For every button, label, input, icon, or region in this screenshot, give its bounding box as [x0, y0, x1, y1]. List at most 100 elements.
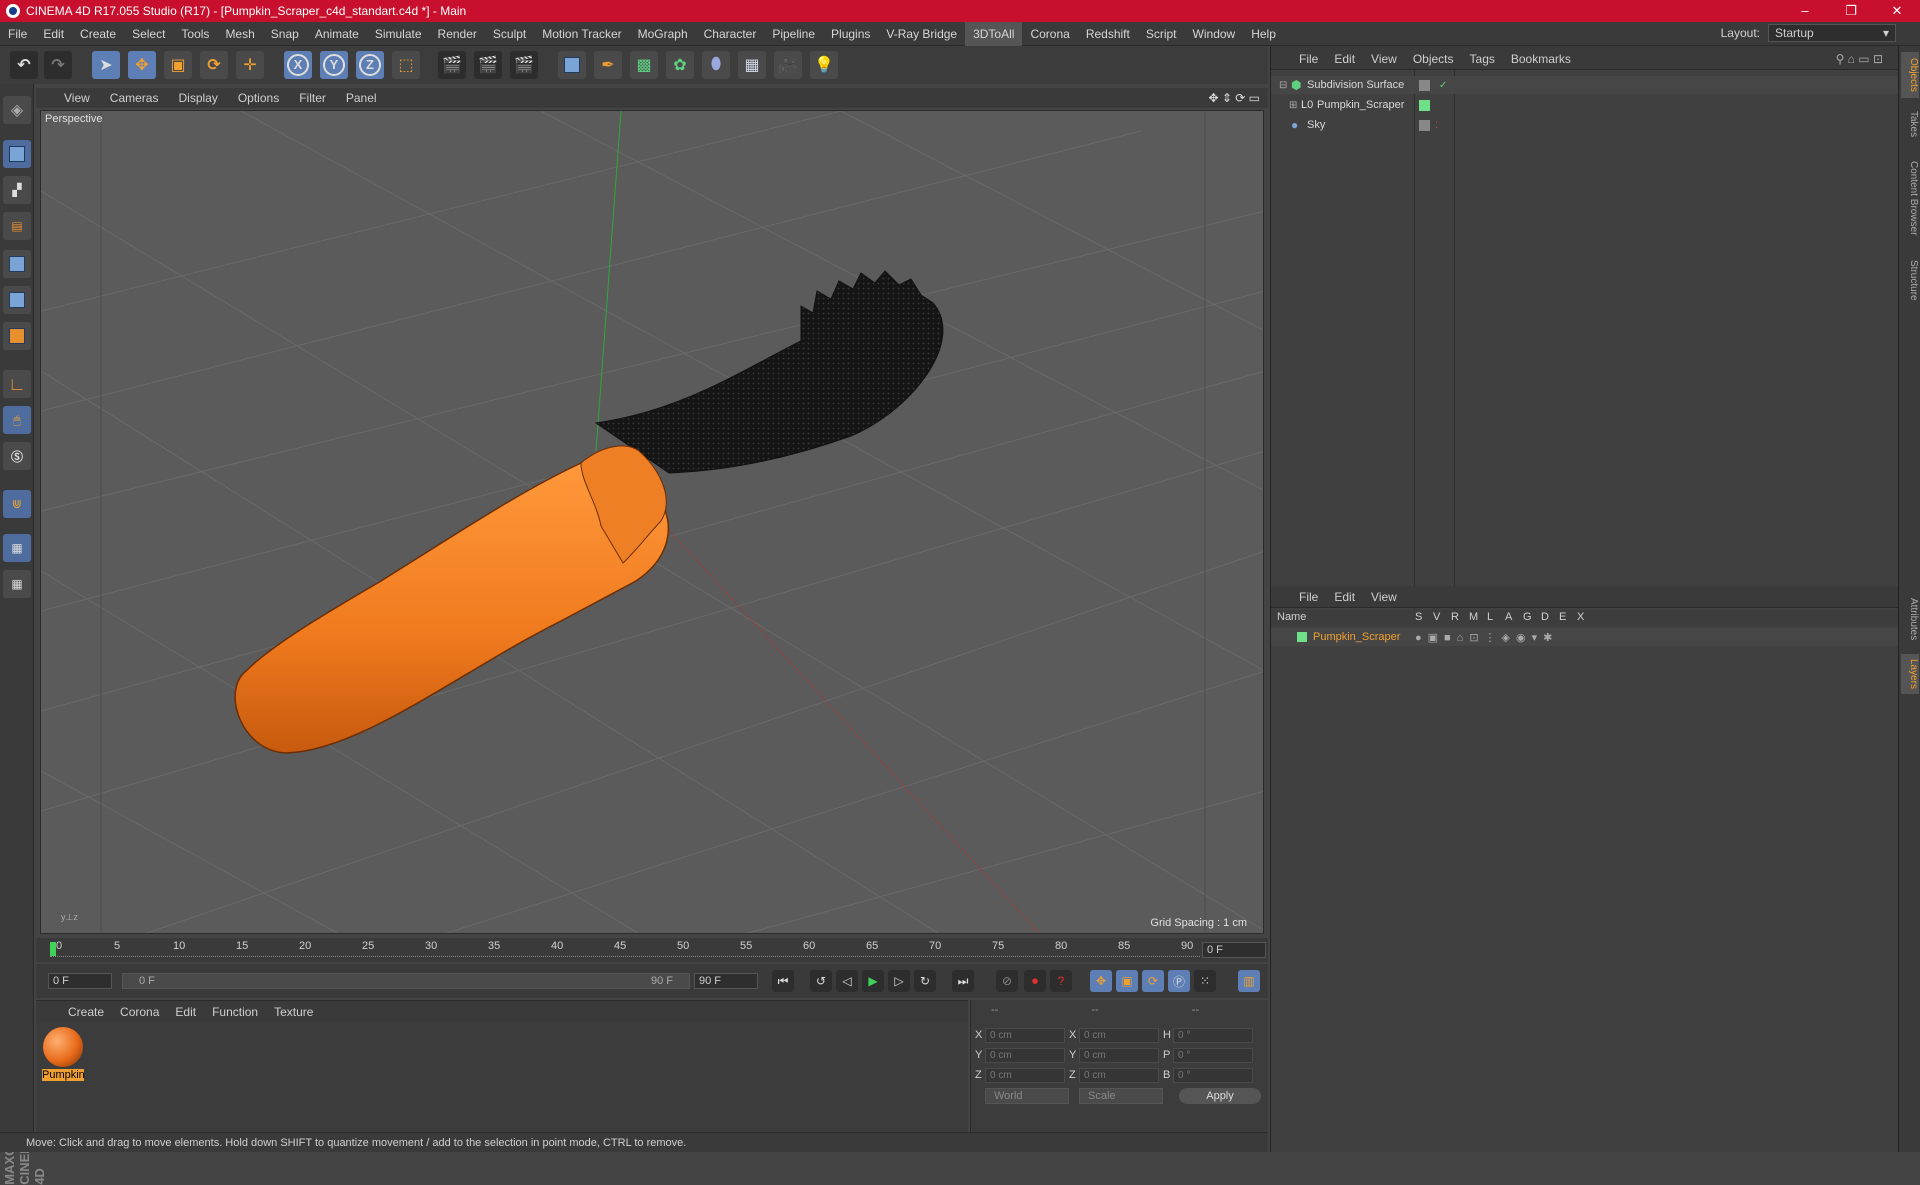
menu-file[interactable]: File	[0, 22, 35, 46]
layer-menu-file[interactable]: File	[1291, 590, 1326, 604]
x-axis-button[interactable]: X	[284, 51, 312, 79]
menu-render[interactable]: Render	[430, 22, 485, 46]
render-view-button[interactable]: 🎬	[438, 51, 466, 79]
scale-button[interactable]: ▣	[164, 51, 192, 79]
maximize-button[interactable]: ❐	[1828, 0, 1874, 22]
keyframe-selection-button[interactable]: ?	[1050, 970, 1072, 992]
close-button[interactable]: ✕	[1874, 0, 1920, 22]
next-key-button[interactable]: ↻	[914, 970, 936, 992]
layer-col-xref[interactable]: X	[1577, 611, 1584, 623]
viewport-menu-options[interactable]: Options	[228, 91, 289, 105]
rotation-b-field[interactable]: 0 °	[1173, 1067, 1253, 1083]
expand-icon[interactable]: ⊞	[1289, 100, 1297, 111]
workplane-align-button[interactable]: ▦	[3, 570, 31, 598]
layer-menu-edit[interactable]: Edit	[1326, 590, 1363, 604]
tweak-mode-button[interactable]: 🖱	[3, 406, 31, 434]
tab-layers[interactable]: Layers	[1901, 654, 1919, 694]
add-light-button[interactable]: 💡	[810, 51, 838, 79]
layer-col-expressions[interactable]: E	[1559, 611, 1566, 623]
solo-button[interactable]: Ⓢ	[3, 442, 31, 470]
add-nurbs-button[interactable]: ▩	[630, 51, 658, 79]
move-button[interactable]: ✥	[128, 51, 156, 79]
material-menu-texture[interactable]: Texture	[266, 1005, 321, 1019]
layer-col-animation[interactable]: A	[1505, 611, 1512, 623]
viewport-menu-filter[interactable]: Filter	[289, 91, 336, 105]
position-y-field[interactable]: 0 cm	[985, 1047, 1065, 1063]
start-frame-field[interactable]: 0 F	[48, 973, 112, 989]
texture-mode-button[interactable]: ▞	[3, 176, 31, 204]
transform-button[interactable]: ✛	[236, 51, 264, 79]
current-frame-field[interactable]: 0 F	[1202, 942, 1266, 958]
material-menu-create[interactable]: Create	[60, 1005, 112, 1019]
coordinate-system-button[interactable]: ⬚	[392, 51, 420, 79]
menu-tools[interactable]: Tools	[173, 22, 217, 46]
rotate-button[interactable]: ⟳	[200, 51, 228, 79]
object-menu-view[interactable]: View	[1363, 52, 1405, 66]
menu-pipeline[interactable]: Pipeline	[764, 22, 823, 46]
menu-window[interactable]: Window	[1185, 22, 1244, 46]
object-row[interactable]: ⊞ L0 Pumpkin_Scraper	[1271, 96, 1899, 114]
key-rotation-button[interactable]: ⟳	[1142, 970, 1164, 992]
timeline-window-button[interactable]: ▥	[1238, 970, 1260, 992]
minimize-button[interactable]: –	[1782, 0, 1828, 22]
menu-create[interactable]: Create	[72, 22, 124, 46]
layer-color-icon[interactable]	[1297, 632, 1307, 642]
size-y-field[interactable]: 0 cm	[1079, 1047, 1159, 1063]
material-menu-function[interactable]: Function	[204, 1005, 266, 1019]
tab-content-browser[interactable]: Content Browser	[1901, 150, 1919, 246]
goto-start-button[interactable]: ⏮	[772, 970, 794, 992]
make-editable-button[interactable]: ◈	[3, 96, 31, 124]
layer-col-generators[interactable]: G	[1523, 611, 1532, 623]
previous-key-button[interactable]: ↺	[810, 970, 832, 992]
material-menu-edit[interactable]: Edit	[167, 1005, 204, 1019]
layer-col-deformers[interactable]: D	[1541, 611, 1549, 623]
add-deformer-button[interactable]: ⬮	[702, 51, 730, 79]
key-pla-button[interactable]: ⁙	[1194, 970, 1216, 992]
size-z-field[interactable]: 0 cm	[1079, 1067, 1159, 1083]
layer-col-manager[interactable]: M	[1469, 611, 1478, 623]
play-button[interactable]: ▶	[862, 970, 884, 992]
material-swatch[interactable]: Pumpkin	[42, 1027, 85, 1081]
collapse-icon[interactable]: ⊟	[1279, 80, 1287, 91]
tab-structure[interactable]: Structure	[1901, 252, 1919, 308]
layer-col-view[interactable]: V	[1433, 611, 1440, 623]
viewport-menu-panel[interactable]: Panel	[336, 91, 387, 105]
viewport-menu-view[interactable]: View	[36, 91, 100, 105]
menu-plugins[interactable]: Plugins	[823, 22, 878, 46]
timeline-ruler[interactable]: 0 5 10 15 20 25 30 35 40 45 50 55 60 65 …	[36, 938, 1268, 962]
y-axis-button[interactable]: Y	[320, 51, 348, 79]
layer-col-name[interactable]: Name	[1277, 611, 1306, 623]
menu-sculpt[interactable]: Sculpt	[485, 22, 534, 46]
viewport-menu-cameras[interactable]: Cameras	[100, 91, 169, 105]
workplane-mode-button[interactable]: ▤	[3, 212, 31, 240]
layer-toggle-icons[interactable]: ●▣■⌂⊡⋮◈◉▾✱	[1415, 631, 1558, 644]
key-parameter-button[interactable]: Ⓟ	[1168, 970, 1190, 992]
material-menu-corona[interactable]: Corona	[112, 1005, 167, 1019]
menu-corona[interactable]: Corona	[1022, 22, 1077, 46]
object-menu-edit[interactable]: Edit	[1326, 52, 1363, 66]
menu-snap[interactable]: Snap	[263, 22, 307, 46]
frame-range-slider[interactable]: 0 F 90 F	[122, 973, 690, 989]
render-to-picture-viewer-button[interactable]: 🎬	[474, 51, 502, 79]
object-menu-file[interactable]: File	[1291, 52, 1326, 66]
model-mode-button[interactable]	[3, 140, 31, 168]
undo-button[interactable]: ↶	[10, 51, 38, 79]
live-selection-button[interactable]: ➤	[92, 51, 120, 79]
rotation-p-field[interactable]: 0 °	[1173, 1047, 1253, 1063]
position-x-field[interactable]: 0 cm	[985, 1027, 1065, 1043]
next-frame-button[interactable]: ▷	[888, 970, 910, 992]
add-camera-button[interactable]: 🎥	[774, 51, 802, 79]
object-row[interactable]: ⊟ ⬢ Subdivision Surface ✓	[1271, 76, 1899, 94]
redo-button[interactable]: ↷	[44, 51, 72, 79]
tab-objects[interactable]: Objects	[1901, 52, 1919, 98]
rotation-h-field[interactable]: 0 °	[1173, 1027, 1253, 1043]
auto-keying-button[interactable]: ⏺	[1024, 970, 1046, 992]
apply-button[interactable]: Apply	[1179, 1088, 1261, 1104]
add-array-button[interactable]: ✿	[666, 51, 694, 79]
previous-frame-button[interactable]: ◁	[836, 970, 858, 992]
object-menu-objects[interactable]: Objects	[1405, 52, 1462, 66]
menu-edit[interactable]: Edit	[35, 22, 72, 46]
render-settings-button[interactable]: 🎬	[510, 51, 538, 79]
polygons-mode-button[interactable]	[3, 322, 31, 350]
layout-dropdown[interactable]: Startup ▾	[1768, 24, 1896, 42]
